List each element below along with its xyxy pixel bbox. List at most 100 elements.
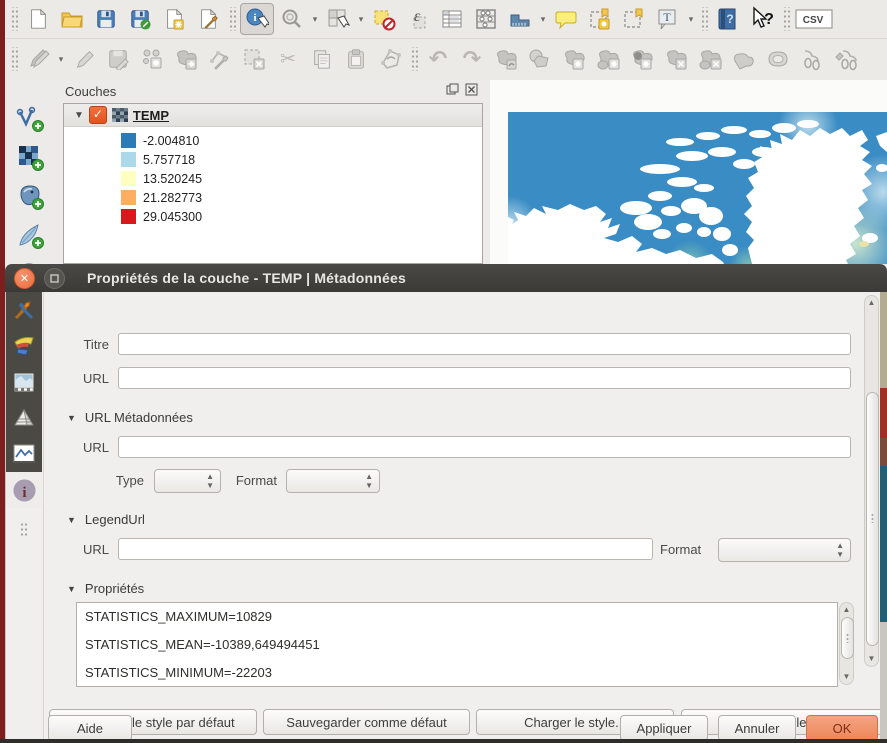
save-edits-icon[interactable]: [102, 44, 134, 74]
add-postgis-layer-icon[interactable]: [14, 181, 46, 211]
add-feature-icon[interactable]: [136, 44, 168, 74]
cut-icon[interactable]: ✂: [272, 44, 304, 74]
close-icon[interactable]: ✕: [14, 268, 35, 289]
help-icon[interactable]: ?: [712, 4, 744, 34]
node-tool-icon[interactable]: [204, 44, 236, 74]
paste-icon[interactable]: [340, 44, 372, 74]
dropdown-arrow-icon[interactable]: ▾: [310, 14, 320, 25]
format-combobox[interactable]: ▲▼: [286, 469, 380, 493]
spinner-arrows-icon[interactable]: ▲▼: [206, 472, 214, 490]
toolbar-grip[interactable]: [410, 47, 418, 71]
edit-icon[interactable]: [68, 44, 100, 74]
layer-name[interactable]: TEMP: [133, 108, 169, 123]
legend-item[interactable]: 29.045300: [64, 207, 482, 226]
identify-icon[interactable]: i: [240, 3, 274, 35]
undo-icon[interactable]: ↶: [422, 44, 454, 74]
open-project-icon[interactable]: [56, 4, 88, 34]
tab-histogram[interactable]: [6, 436, 42, 472]
legend-format-combobox[interactable]: ▲▼: [718, 538, 851, 562]
spinner-arrows-icon[interactable]: ▲▼: [836, 541, 844, 559]
show-bookmarks-icon[interactable]: [618, 4, 650, 34]
composer-manager-icon[interactable]: [192, 4, 224, 34]
whats-this-icon[interactable]: ?: [746, 4, 778, 34]
tab-pyramids[interactable]: [6, 400, 42, 436]
legend-item[interactable]: 5.757718: [64, 150, 482, 169]
redo-icon[interactable]: ↷: [456, 44, 488, 74]
expander-icon[interactable]: ▼: [74, 110, 84, 121]
split-parts-icon[interactable]: [830, 44, 862, 74]
dropdown-arrow-icon[interactable]: ▾: [538, 14, 548, 25]
move-feature-icon[interactable]: [170, 44, 202, 74]
url-input[interactable]: [118, 367, 851, 389]
split-features-icon[interactable]: [796, 44, 828, 74]
new-bookmark-icon[interactable]: [584, 4, 616, 34]
titre-input[interactable]: [118, 333, 851, 355]
properties-section-header[interactable]: ▼ Propriétés: [67, 581, 144, 596]
scrollbar-thumb[interactable]: [866, 392, 879, 646]
spinner-arrows-icon[interactable]: ▲▼: [365, 472, 373, 490]
delete-ring-icon[interactable]: [660, 44, 692, 74]
legend-item[interactable]: 13.520245: [64, 169, 482, 188]
new-composer-icon[interactable]: [158, 4, 190, 34]
rotate-feature-icon[interactable]: [374, 44, 406, 74]
reshape-icon[interactable]: [728, 44, 760, 74]
select-by-value-icon[interactable]: [276, 4, 308, 34]
legend-item[interactable]: 21.282773: [64, 188, 482, 207]
panel-close-icon[interactable]: [465, 83, 478, 96]
measure-icon[interactable]: [504, 4, 536, 34]
toolbar-grip[interactable]: [700, 7, 708, 31]
toolbar-grip[interactable]: [782, 7, 790, 31]
layer-checkbox[interactable]: ✓: [89, 106, 107, 124]
dialog-titlebar[interactable]: ✕ Propriétés de la couche - TEMP | Métad…: [5, 264, 887, 292]
maximize-icon[interactable]: [44, 268, 65, 289]
toolbar-grip[interactable]: [228, 7, 236, 31]
map-tips-icon[interactable]: [550, 4, 582, 34]
apply-button[interactable]: Appliquer: [620, 715, 708, 741]
list-scrollbar[interactable]: ▲ ▼: [839, 602, 854, 685]
tab-style[interactable]: [6, 328, 42, 364]
help-button[interactable]: Aide: [48, 715, 132, 741]
save-as-default-button[interactable]: Sauvegarder comme défaut: [263, 709, 470, 735]
list-item[interactable]: STATISTICS_MEAN=-10389,649494451: [77, 631, 837, 659]
simplify-feature-icon[interactable]: [524, 44, 556, 74]
new-project-icon[interactable]: [22, 4, 54, 34]
scroll-up-icon[interactable]: ▲: [840, 603, 853, 617]
add-part-icon[interactable]: [592, 44, 624, 74]
scrollbar-thumb[interactable]: [841, 617, 854, 659]
select-by-expression-icon[interactable]: ε: [402, 4, 434, 34]
scroll-up-icon[interactable]: ▲: [865, 296, 878, 310]
list-item[interactable]: STATISTICS_MINIMUM=-22203: [77, 659, 837, 687]
rotate-point-icon[interactable]: [490, 44, 522, 74]
fill-ring-icon[interactable]: [626, 44, 658, 74]
add-ring-icon[interactable]: [558, 44, 590, 74]
delete-selected-icon[interactable]: [238, 44, 270, 74]
scroll-down-icon[interactable]: ▼: [840, 670, 853, 684]
delete-part-icon[interactable]: [694, 44, 726, 74]
csv-icon[interactable]: CSV: [794, 4, 834, 34]
legend-url-input[interactable]: [118, 538, 653, 560]
save-project-as-icon[interactable]: [124, 4, 156, 34]
select-features-icon[interactable]: [322, 4, 354, 34]
properties-list[interactable]: STATISTICS_MAXIMUM=10829 STATISTICS_MEAN…: [76, 602, 838, 687]
copy-icon[interactable]: [306, 44, 338, 74]
add-raster-layer-icon[interactable]: [14, 142, 46, 172]
legend-item[interactable]: -2.004810: [64, 131, 482, 150]
tab-metadata[interactable]: i: [6, 472, 42, 508]
list-item[interactable]: STATISTICS_MAXIMUM=10829: [77, 603, 837, 631]
layers-tree[interactable]: ▼ ✓ TEMP -2.004810 5.757718 13.520245 21…: [63, 103, 483, 264]
legendurl-section-header[interactable]: ▼ LegendUrl: [67, 512, 145, 527]
metadata-url-input[interactable]: [118, 436, 851, 458]
toolbar-grip[interactable]: [10, 47, 18, 71]
map-canvas[interactable]: [508, 112, 887, 264]
cancel-button[interactable]: Annuler: [718, 715, 796, 741]
layer-row-temp[interactable]: ▼ ✓ TEMP: [64, 104, 482, 127]
type-combobox[interactable]: ▲▼: [154, 469, 221, 493]
scroll-down-icon[interactable]: ▼: [865, 652, 878, 666]
panel-float-icon[interactable]: [446, 83, 459, 96]
dropdown-arrow-icon[interactable]: ▾: [356, 14, 366, 25]
metadata-url-section-header[interactable]: ▼ URL Métadonnées: [67, 410, 193, 425]
add-spatialite-layer-icon[interactable]: [14, 220, 46, 250]
attribute-table-icon[interactable]: [436, 4, 468, 34]
toolbar-grip[interactable]: [10, 7, 18, 31]
dropdown-arrow-icon[interactable]: ▾: [686, 14, 696, 25]
